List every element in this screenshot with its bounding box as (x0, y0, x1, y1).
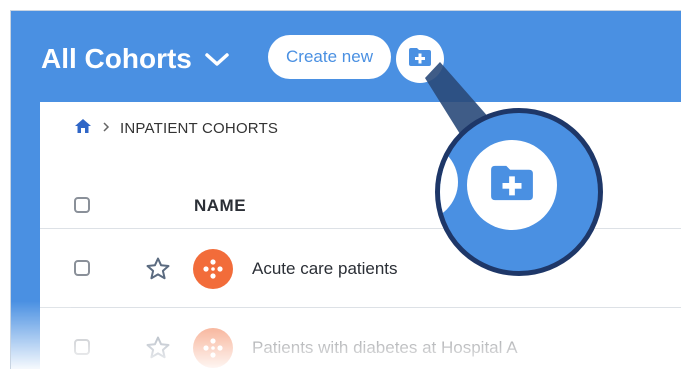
add-folder-button[interactable] (396, 35, 444, 83)
folder-plus-icon (408, 47, 432, 72)
star-outline-icon[interactable] (145, 335, 171, 361)
home-icon[interactable] (74, 118, 92, 138)
magnified-callout (435, 108, 603, 276)
breadcrumb: INPATIENT COHORTS (74, 118, 278, 138)
row-checkbox[interactable] (74, 260, 90, 276)
folder-plus-icon (489, 164, 535, 207)
cohort-icon (193, 328, 233, 368)
cohort-icon (193, 249, 233, 289)
star-outline-icon[interactable] (145, 256, 171, 282)
chevron-right-icon (102, 120, 110, 136)
chevron-down-icon (204, 43, 230, 75)
column-header-name[interactable]: NAME (194, 196, 246, 216)
callout-add-folder-button (467, 140, 557, 230)
row-name[interactable]: Patients with diabetes at Hospital A (252, 338, 518, 358)
select-all-checkbox[interactable] (74, 197, 90, 213)
table-row[interactable]: Patients with diabetes at Hospital A (40, 308, 681, 369)
page-title: All Cohorts (41, 43, 192, 74)
row-checkbox[interactable] (74, 339, 90, 355)
cohorts-dropdown[interactable]: All Cohorts (41, 41, 230, 77)
breadcrumb-item-inpatient-cohorts[interactable]: INPATIENT COHORTS (120, 120, 278, 137)
create-new-button[interactable]: Create new (268, 35, 391, 79)
row-name[interactable]: Acute care patients (252, 259, 398, 279)
